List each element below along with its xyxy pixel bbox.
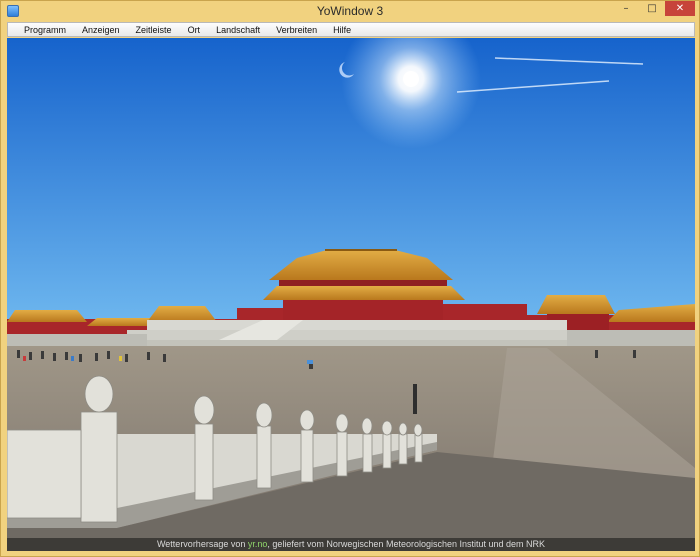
wall — [443, 304, 527, 320]
menu-verbreiten[interactable]: Verbreiten — [268, 25, 325, 35]
menu-anzeigen[interactable]: Anzeigen — [74, 25, 128, 35]
menu-landschaft[interactable]: Landschaft — [208, 25, 268, 35]
terrace — [127, 330, 587, 340]
roof — [537, 295, 615, 314]
lamp-post — [413, 384, 417, 414]
title-bar[interactable]: YoWindow 3 – □ ✕ — [1, 1, 699, 21]
weather-credit: Wettervorhersage von yr.no, geliefert vo… — [7, 538, 695, 551]
menu-ort[interactable]: Ort — [180, 25, 209, 35]
landscape-scene — [7, 38, 695, 551]
app-window: YoWindow 3 – □ ✕ Programm Anzeigen Zeitl… — [0, 0, 700, 557]
sun-icon — [403, 71, 419, 87]
hall-roof-lower — [263, 286, 465, 300]
terrace — [147, 320, 567, 330]
menu-programm[interactable]: Programm — [16, 25, 74, 35]
menu-hilfe[interactable]: Hilfe — [325, 25, 359, 35]
terrace — [7, 334, 147, 348]
weather-scene-viewport[interactable]: Wettervorhersage von yr.no, geliefert vo… — [7, 38, 695, 551]
window-controls: – □ ✕ — [613, 1, 695, 17]
credit-prefix: Wettervorhersage von — [156, 539, 246, 549]
menu-zeitleiste[interactable]: Zeitleiste — [128, 25, 180, 35]
maximize-button[interactable]: □ — [639, 1, 665, 16]
yr-link[interactable]: yr.no — [248, 539, 268, 549]
window-title: YoWindow 3 — [316, 4, 384, 18]
credit-suffix: , geliefert vom Norwegischen Meteorologi… — [267, 539, 546, 549]
roof — [147, 306, 217, 322]
terrace — [567, 330, 695, 346]
app-icon[interactable] — [7, 5, 19, 17]
roof — [7, 310, 87, 322]
minimize-button[interactable]: – — [613, 1, 639, 16]
close-button[interactable]: ✕ — [665, 1, 695, 16]
menu-bar: Programm Anzeigen Zeitleiste Ort Landsch… — [7, 22, 695, 37]
wall — [237, 308, 283, 322]
